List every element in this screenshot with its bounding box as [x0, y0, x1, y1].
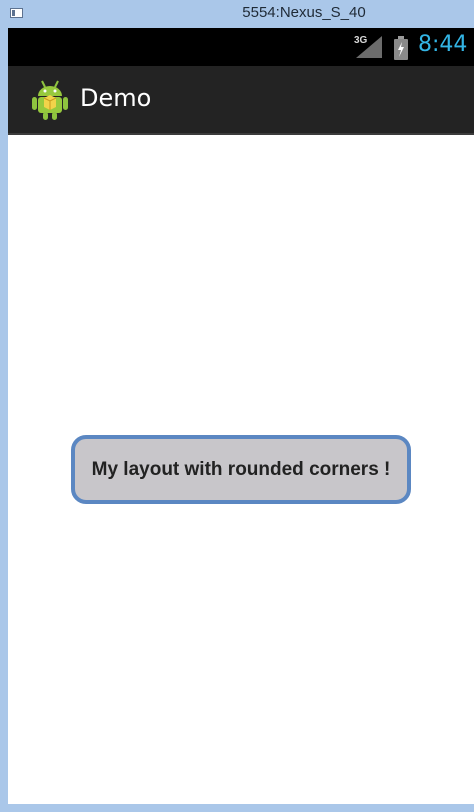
rounded-layout-box: My layout with rounded corners !: [71, 435, 411, 504]
battery-icon: [394, 36, 408, 60]
main-content: My layout with rounded corners !: [8, 135, 474, 804]
window-title: 5554:Nexus_S_40: [242, 4, 366, 21]
window-titlebar[interactable]: 5554:Nexus_S_40: [0, 0, 474, 28]
device-screen: 3G 8:44 Demo My layout with rounded corn…: [8, 28, 474, 804]
emulator-window: 5554:Nexus_S_40 3G 8:44 Demo My layout w…: [0, 0, 474, 812]
rounded-layout-text: My layout with rounded corners !: [91, 458, 391, 480]
android-icon[interactable]: [30, 79, 70, 121]
network-type-label: 3G: [354, 35, 368, 46]
action-bar: Demo: [8, 66, 474, 135]
app-title: Demo: [80, 84, 152, 112]
status-clock: 8:44: [418, 32, 468, 57]
status-bar[interactable]: 3G 8:44: [8, 28, 474, 66]
